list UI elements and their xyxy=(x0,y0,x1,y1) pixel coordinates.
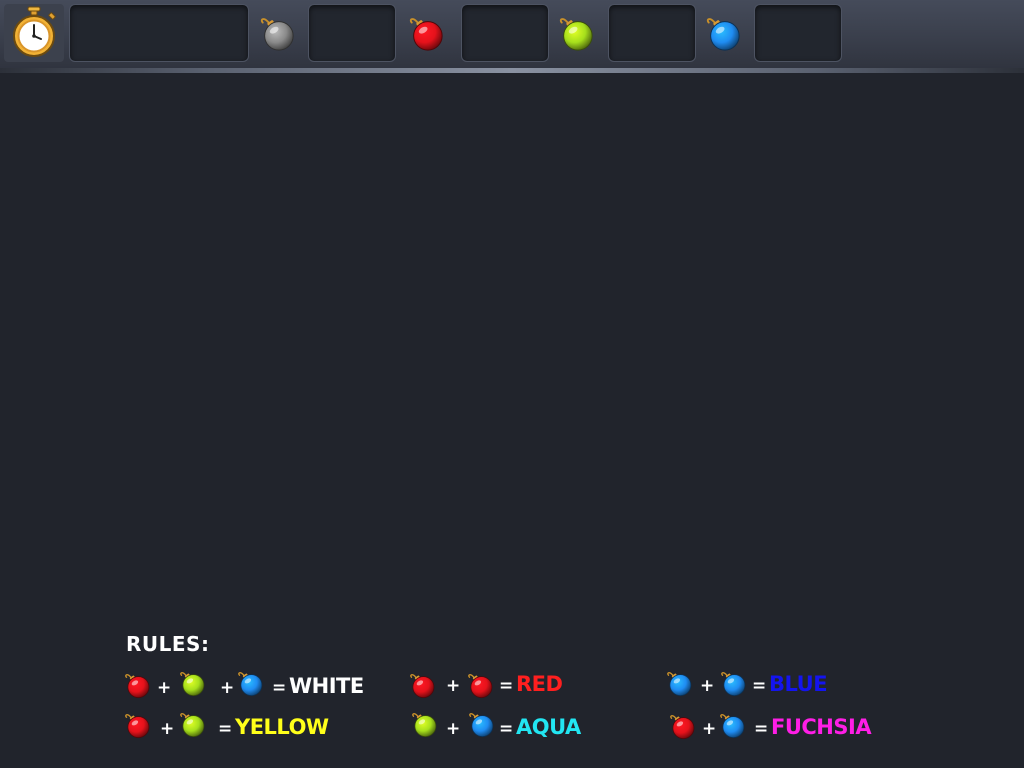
rule-result-aqua: AQUA xyxy=(516,715,581,739)
red-ball-icon xyxy=(123,711,151,739)
equals-sign: = xyxy=(272,678,287,698)
rule-result-yellow: YELLOW xyxy=(235,715,329,739)
rules-title: RULES: xyxy=(126,632,210,656)
green-ball-icon xyxy=(178,669,206,697)
game-stage: RULES: + + = WHITE + = RED + = BLUE + = … xyxy=(0,0,1024,768)
equals-sign: = xyxy=(754,719,769,739)
plus-sign: + xyxy=(702,719,717,739)
blue-ball-icon xyxy=(467,710,495,738)
rule-result-blue: BLUE xyxy=(769,672,828,696)
green-ball-icon xyxy=(410,710,438,738)
blue-ball-icon xyxy=(665,669,693,697)
plus-sign: + xyxy=(446,676,461,696)
plus-sign: + xyxy=(700,676,715,696)
red-ball-icon xyxy=(408,671,436,699)
plus-sign: + xyxy=(446,719,461,739)
rules-panel: RULES: + + = WHITE + = RED + = BLUE + = … xyxy=(0,0,1024,768)
equals-sign: = xyxy=(499,676,514,696)
blue-ball-icon xyxy=(719,669,747,697)
plus-sign: + xyxy=(220,678,235,698)
red-ball-icon xyxy=(466,671,494,699)
red-ball-icon xyxy=(123,671,151,699)
equals-sign: = xyxy=(499,719,514,739)
blue-ball-icon xyxy=(718,711,746,739)
green-ball-icon xyxy=(178,710,206,738)
blue-ball-icon xyxy=(236,669,264,697)
equals-sign: = xyxy=(752,676,767,696)
red-ball-icon xyxy=(668,712,696,740)
equals-sign: = xyxy=(218,719,233,739)
plus-sign: + xyxy=(160,719,175,739)
plus-sign: + xyxy=(157,678,172,698)
rule-result-white: WHITE xyxy=(289,674,364,698)
rule-result-fuchsia: FUCHSIA xyxy=(771,715,872,739)
rule-result-red: RED xyxy=(516,672,563,696)
